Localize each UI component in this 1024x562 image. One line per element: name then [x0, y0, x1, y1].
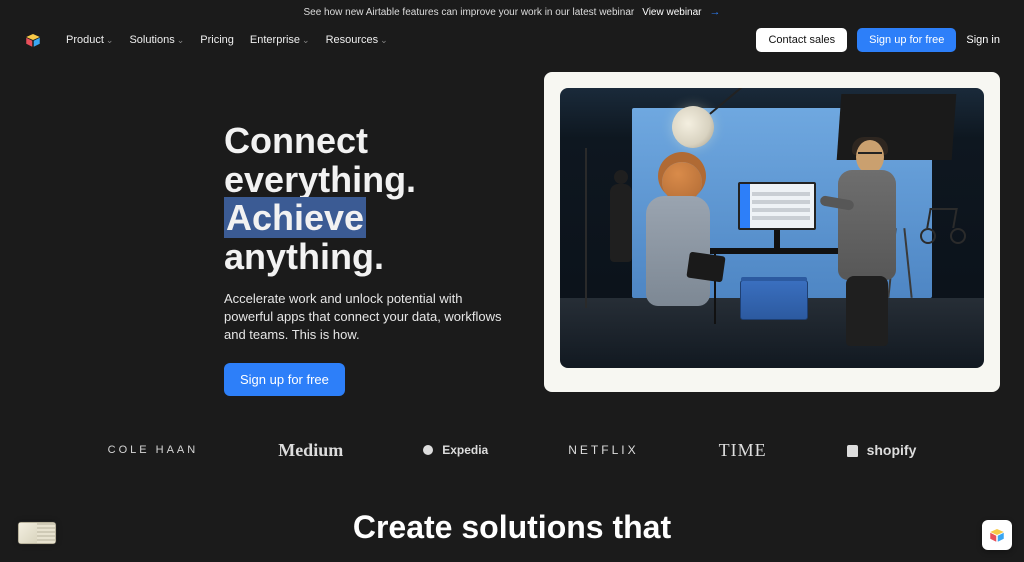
hero-title-line: anything.: [224, 236, 384, 277]
hero-copy: Connect everything. Achieve anything. Ac…: [24, 72, 524, 396]
tablet-icon: [686, 252, 725, 283]
customer-logos-row: COLE HAAN Medium Expedia NETFLIX TIME sh…: [0, 396, 1024, 461]
accessibility-widget[interactable]: [18, 522, 56, 544]
hero-title-highlight: Achieve: [224, 197, 366, 238]
nav-right: Contact sales Sign up for free Sign in: [756, 28, 1000, 52]
monitor-screen: [738, 182, 816, 230]
announcement-text: See how new Airtable features can improv…: [303, 7, 634, 18]
light-stand: [585, 148, 587, 308]
nav-item-resources[interactable]: Resources ⌄: [326, 34, 388, 46]
nav-item-label: Pricing: [200, 34, 234, 46]
hero-subtitle: Accelerate work and unlock potential wit…: [224, 290, 504, 345]
hero-title: Connect everything. Achieve anything.: [224, 122, 524, 276]
logo-expedia: Expedia: [423, 443, 488, 457]
nav-items: Product ⌄ Solutions ⌄ Pricing Enterprise…: [66, 34, 388, 46]
nav-item-solutions[interactable]: Solutions ⌄: [129, 34, 184, 46]
arrow-right-icon: →: [710, 6, 721, 18]
nav-item-label: Resources: [326, 34, 379, 46]
logo-label: Expedia: [442, 443, 488, 457]
hero-image: [560, 88, 984, 368]
hero-section: Connect everything. Achieve anything. Ac…: [0, 64, 1024, 396]
logo-colehaan: COLE HAAN: [108, 444, 199, 456]
chevron-down-icon: ⌄: [106, 35, 114, 46]
nav-item-product[interactable]: Product ⌄: [66, 34, 113, 46]
signin-link[interactable]: Sign in: [966, 34, 1000, 46]
nav-item-enterprise[interactable]: Enterprise ⌄: [250, 34, 310, 46]
nav-item-label: Enterprise: [250, 34, 300, 46]
hero-signup-button[interactable]: Sign up for free: [224, 363, 345, 396]
logo-shopify: shopify: [847, 442, 917, 458]
airtable-logo-icon[interactable]: [24, 31, 42, 49]
hero-title-line: everything.: [224, 159, 416, 200]
airtable-launcher-button[interactable]: [982, 520, 1012, 550]
hero-media-card: [544, 72, 1000, 392]
chevron-down-icon: ⌄: [302, 35, 310, 46]
monitor-stand: [774, 230, 780, 250]
airtable-logo-icon: [988, 526, 1006, 544]
shopify-bag-icon: [847, 445, 858, 457]
announcement-bar: See how new Airtable features can improv…: [0, 0, 1024, 22]
hero-title-line: Connect: [224, 120, 368, 161]
contact-sales-button[interactable]: Contact sales: [756, 28, 847, 52]
equipment-case: [740, 280, 808, 320]
exercise-bike: [920, 208, 966, 244]
logo-medium: Medium: [278, 440, 343, 461]
announcement-link[interactable]: View webinar: [642, 7, 701, 18]
chevron-down-icon: ⌄: [177, 35, 185, 46]
main-nav: Product ⌄ Solutions ⌄ Pricing Enterprise…: [0, 22, 1024, 64]
expedia-dot-icon: [423, 445, 433, 455]
person-right: [838, 140, 918, 340]
background-person: [610, 184, 632, 262]
section-heading: Create solutions that: [0, 461, 1024, 546]
nav-item-label: Solutions: [129, 34, 174, 46]
nav-item-label: Product: [66, 34, 104, 46]
signup-nav-button[interactable]: Sign up for free: [857, 28, 956, 52]
person-left: [640, 162, 720, 342]
logo-netflix: NETFLIX: [568, 443, 638, 457]
chevron-down-icon: ⌄: [380, 35, 388, 46]
logo-label: shopify: [867, 442, 917, 458]
nav-item-pricing[interactable]: Pricing: [200, 34, 234, 46]
logo-time: TIME: [719, 440, 767, 461]
